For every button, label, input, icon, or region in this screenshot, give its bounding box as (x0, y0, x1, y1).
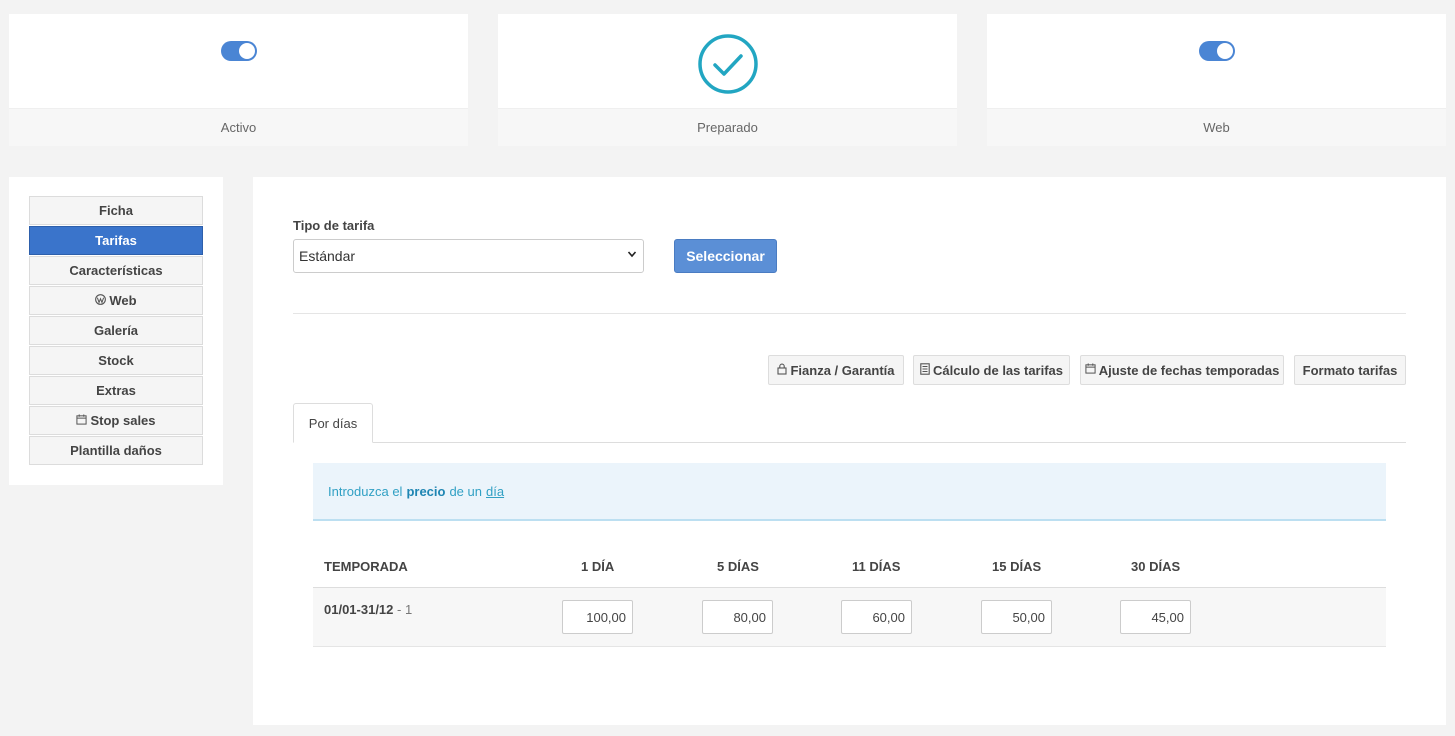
main-panel: Tipo de tarifa Estándar Seleccionar Fian… (253, 177, 1446, 725)
sidebar-item-stop-sales[interactable]: Stop sales (29, 406, 203, 435)
rate-table: TEMPORADA 1 DÍA 5 DÍAS 11 DÍAS 15 DÍAS 3… (313, 545, 1386, 647)
info-text-mid: de un (449, 483, 482, 499)
preparado-label: Preparado (498, 108, 957, 146)
table-header: TEMPORADA 1 DÍA 5 DÍAS 11 DÍAS 15 DÍAS 3… (313, 545, 1386, 588)
ajuste-fechas-label: Ajuste de fechas temporadas (1098, 362, 1280, 378)
season-suffix: - 1 (397, 602, 413, 617)
card-body (987, 14, 1446, 108)
side-menu: Ficha Tarifas Características Web Galerí… (29, 196, 203, 466)
tab-bar-line (293, 442, 1406, 443)
sidebar-item-label: Características (69, 263, 163, 278)
sidebar-item-label: Extras (96, 383, 136, 398)
sidebar-item-tarifas[interactable]: Tarifas (29, 226, 203, 255)
status-card-web: Web (987, 14, 1446, 146)
sidebar-item-caracteristicas[interactable]: Características (29, 256, 203, 285)
price-input-1-dia[interactable]: 100,00 (562, 600, 633, 634)
price-input-11-dias[interactable]: 60,00 (841, 600, 912, 634)
sidebar-item-galeria[interactable]: Galería (29, 316, 203, 345)
fianza-garantia-label: Fianza / Garantía (790, 362, 895, 378)
price-input-5-dias[interactable]: 80,00 (702, 600, 773, 634)
fianza-garantia-button[interactable]: Fianza / Garantía (768, 355, 904, 385)
sidebar-item-label: Web (109, 293, 137, 308)
sidebar-item-label: Plantilla daños (70, 443, 162, 458)
header-1-dia: 1 DÍA (581, 559, 615, 574)
info-text-bold: precio (406, 483, 446, 499)
ajuste-fechas-button[interactable]: Ajuste de fechas temporadas (1080, 355, 1284, 385)
sidebar-item-plantilla-danos[interactable]: Plantilla daños (29, 436, 203, 465)
tipo-tarifa-label: Tipo de tarifa (293, 218, 375, 233)
calculator-icon (920, 362, 930, 378)
sidebar-item-web[interactable]: Web (29, 286, 203, 315)
toggle-knob (238, 43, 255, 59)
web-toggle[interactable] (1198, 41, 1235, 61)
header-11-dias: 11 DÍAS (852, 559, 901, 574)
web-label: Web (987, 108, 1446, 146)
calculo-tarifas-label: Cálculo de las tarifas (932, 362, 1064, 378)
tipo-tarifa-select[interactable]: Estándar (293, 239, 644, 273)
side-panel: Ficha Tarifas Características Web Galerí… (9, 177, 223, 485)
calendar-icon (76, 413, 88, 428)
activo-toggle[interactable] (220, 41, 257, 61)
formato-tarifas-label: Formato tarifas (1302, 362, 1398, 378)
sidebar-item-label: Stock (98, 353, 134, 368)
header-15-dias: 15 DÍAS (992, 559, 1042, 574)
wordpress-icon (95, 293, 107, 308)
sidebar-item-label: Galería (93, 323, 139, 338)
toggle-knob (1216, 43, 1233, 59)
seleccionar-button[interactable]: Seleccionar (674, 239, 777, 273)
info-text-link[interactable]: día (486, 484, 504, 499)
sidebar-item-label: Stop sales (90, 413, 156, 428)
info-text-pre: Introduzca el (328, 483, 403, 499)
card-body (9, 14, 468, 108)
calculo-tarifas-button[interactable]: Cálculo de las tarifas (913, 355, 1070, 385)
chevron-down-icon (627, 248, 637, 262)
lock-icon (777, 363, 788, 378)
price-input-30-dias[interactable]: 45,00 (1120, 600, 1191, 634)
divider (293, 313, 1406, 314)
header-temporada: TEMPORADA (324, 559, 408, 574)
price-input-15-dias[interactable]: 50,00 (981, 600, 1052, 634)
header-5-dias: 5 DÍAS (717, 559, 759, 574)
sidebar-item-extras[interactable]: Extras (29, 376, 203, 405)
status-card-activo: Activo (9, 14, 468, 146)
card-body (498, 14, 957, 108)
sidebar-item-stock[interactable]: Stock (29, 346, 203, 375)
sidebar-item-label: Tarifas (95, 233, 137, 248)
tab-por-dias[interactable]: Por días (293, 403, 373, 443)
table-row: 01/01-31/12 - 1 100,00 80,00 60,00 50,00… (313, 588, 1386, 647)
check-circle-icon (697, 34, 758, 94)
status-card-preparado: Preparado (498, 14, 957, 146)
activo-label: Activo (9, 108, 468, 146)
tipo-tarifa-value: Estándar (299, 248, 356, 264)
formato-tarifas-button[interactable]: Formato tarifas (1294, 355, 1406, 385)
info-alert: Introduzca el precio de un día (313, 463, 1386, 521)
season-cell: 01/01-31/12 - 1 (324, 602, 412, 617)
sidebar-item-ficha[interactable]: Ficha (29, 196, 203, 225)
sidebar-item-label: Ficha (99, 203, 133, 218)
header-30-dias: 30 DÍAS (1131, 559, 1181, 574)
calendar-icon (1085, 363, 1096, 377)
season-dates: 01/01-31/12 (324, 602, 394, 617)
